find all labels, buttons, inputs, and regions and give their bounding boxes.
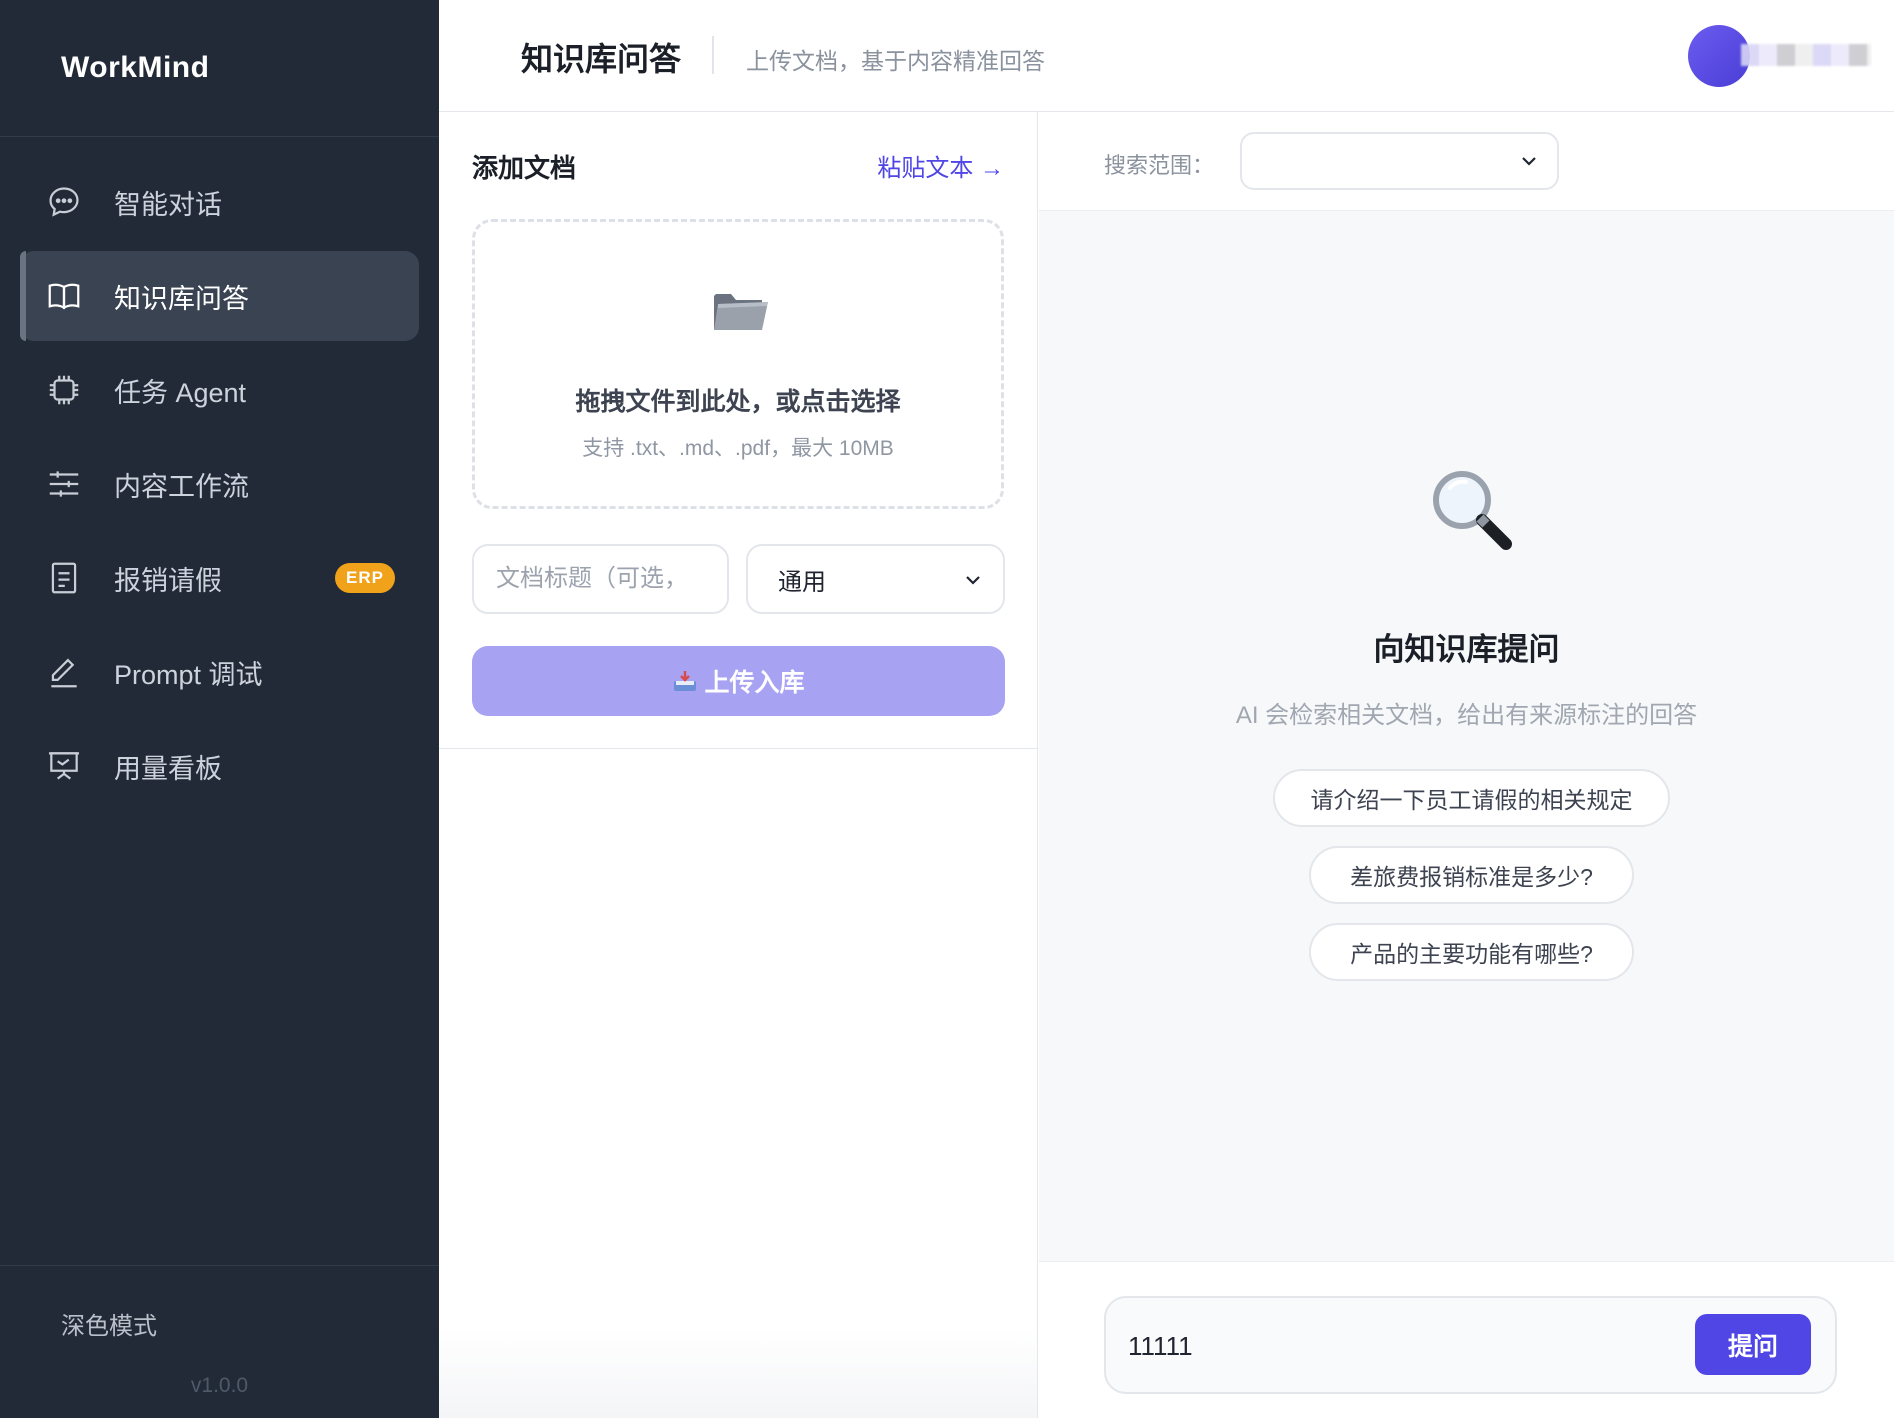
suggestion-chip[interactable]: 差旅费报销标准是多少? xyxy=(1309,846,1634,904)
sidebar-item-label: 智能对话 xyxy=(114,189,222,220)
qa-panel: 搜索范围： 向知识库提问 AI 会检索相关文档，给出有来源标注的回答 请介绍一下… xyxy=(1039,112,1894,1418)
chevron-down-icon xyxy=(1522,157,1536,166)
book-icon xyxy=(44,276,84,316)
sidebar-item-knowledge-qa[interactable]: 知识库问答 xyxy=(20,251,419,341)
sidebar-item-label: Prompt 调试 xyxy=(114,659,263,690)
sidebar-item-expense-leave[interactable]: 报销请假 ERP xyxy=(20,533,419,623)
paste-text-link[interactable]: 粘贴文本 → xyxy=(877,148,1004,183)
document-icon xyxy=(44,558,84,598)
upload-button-label: 上传入库 xyxy=(704,669,805,697)
sidebar-item-label: 任务 Agent xyxy=(114,377,247,408)
chip-icon xyxy=(44,370,84,410)
sidebar-footer: 深色模式 v1.0.0 xyxy=(0,1265,439,1418)
panel-bottom-fade xyxy=(439,1328,1037,1418)
folder-icon xyxy=(714,294,768,330)
presentation-board-icon xyxy=(44,746,84,786)
question-box: 提问 xyxy=(1104,1296,1837,1394)
suggestion-chip[interactable]: 请介绍一下员工请假的相关规定 xyxy=(1273,769,1670,827)
page-title: 知识库问答 xyxy=(521,41,682,77)
sidebar-item-usage-board[interactable]: 用量看板 xyxy=(20,721,419,811)
sidebar-item-task-agent[interactable]: 任务 Agent xyxy=(20,345,419,435)
magnifier-icon xyxy=(1433,471,1512,550)
sidebar-item-label: 知识库问答 xyxy=(114,283,249,314)
sidebar-item-label: 内容工作流 xyxy=(114,471,249,502)
top-header: 知识库问答 上传文档，基于内容精准回答 xyxy=(439,0,1894,112)
sidebar-item-prompt-debug[interactable]: Prompt 调试 xyxy=(20,627,419,717)
dark-mode-toggle[interactable]: 深色模式 xyxy=(61,1306,157,1341)
sliders-icon xyxy=(44,464,84,504)
sidebar-item-label: 用量看板 xyxy=(114,753,222,784)
file-dropzone[interactable]: 拖拽文件到此处，或点击选择 支持 .txt、.md、.pdf，最大 10MB xyxy=(472,219,1004,509)
ask-button[interactable]: 提问 xyxy=(1695,1314,1811,1375)
page-subtitle: 上传文档，基于内容精准回答 xyxy=(746,48,1045,74)
empty-state-title: 向知识库提问 xyxy=(1373,632,1560,667)
category-select[interactable]: 通用 xyxy=(746,544,1005,614)
sidebar: WorkMind 智能对话 知识库问答 任务 Agent 内容工作流 报销请假 … xyxy=(0,0,439,1418)
header-divider xyxy=(712,36,714,74)
upload-to-library-button[interactable]: 上传入库 xyxy=(472,646,1005,716)
category-select-value: 通用 xyxy=(778,568,826,596)
dropzone-hint: 支持 .txt、.md、.pdf，最大 10MB xyxy=(582,437,894,460)
erp-badge: ERP xyxy=(335,563,395,593)
search-scope-select[interactable] xyxy=(1240,132,1559,190)
upload-panel: 添加文档 粘贴文本 → 拖拽文件到此处，或点击选择 支持 .txt、.md、.p… xyxy=(439,112,1038,1418)
sidebar-nav: 智能对话 知识库问答 任务 Agent 内容工作流 报销请假 ERP Promp… xyxy=(0,137,439,811)
suggestion-chip[interactable]: 产品的主要功能有哪些? xyxy=(1309,923,1634,981)
add-document-title: 添加文档 xyxy=(472,153,577,183)
chat-bubble-icon xyxy=(44,182,84,222)
question-input-area: 提问 xyxy=(1039,1261,1894,1418)
pen-icon xyxy=(44,652,84,692)
question-input[interactable] xyxy=(1126,1320,1670,1372)
chevron-down-icon xyxy=(966,576,980,585)
sidebar-item-chat[interactable]: 智能对话 xyxy=(20,157,419,247)
app-brand: WorkMind xyxy=(0,0,439,137)
search-scope-label: 搜索范围： xyxy=(1104,153,1215,178)
panel-divider xyxy=(439,748,1037,749)
document-title-input[interactable] xyxy=(472,544,729,614)
dropzone-text: 拖拽文件到此处，或点击选择 xyxy=(575,388,901,416)
version-label: v1.0.0 xyxy=(190,1374,249,1397)
user-name-redacted[interactable] xyxy=(1741,44,1871,66)
sidebar-item-content-workflow[interactable]: 内容工作流 xyxy=(20,439,419,529)
sidebar-item-label: 报销请假 xyxy=(114,565,222,596)
inbox-tray-icon xyxy=(674,671,697,691)
search-scope-bar: 搜索范围： xyxy=(1039,112,1894,211)
empty-state-description: AI 会检索相关文档，给出有来源标注的回答 xyxy=(1235,702,1698,729)
